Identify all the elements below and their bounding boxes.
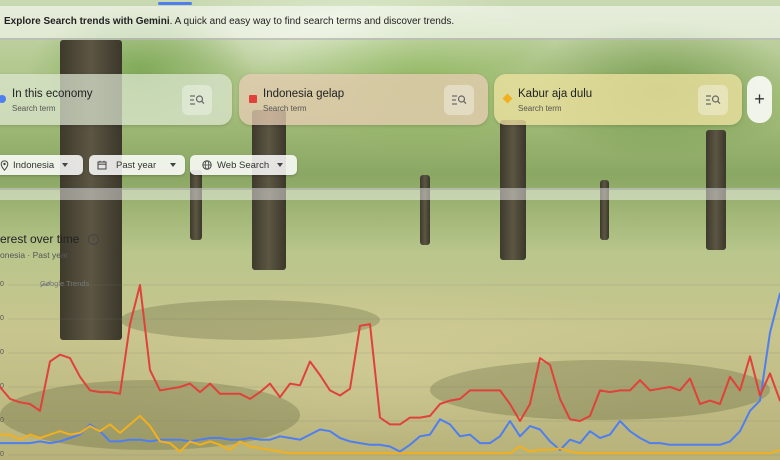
series-line-0[interactable] bbox=[0, 292, 780, 453]
interest-over-time-chart bbox=[0, 284, 780, 456]
series-line-2[interactable] bbox=[0, 414, 780, 455]
trends-explorer: Explore Search trends with Gemini. A qui… bbox=[0, 0, 780, 460]
series-line-1[interactable] bbox=[0, 284, 780, 426]
